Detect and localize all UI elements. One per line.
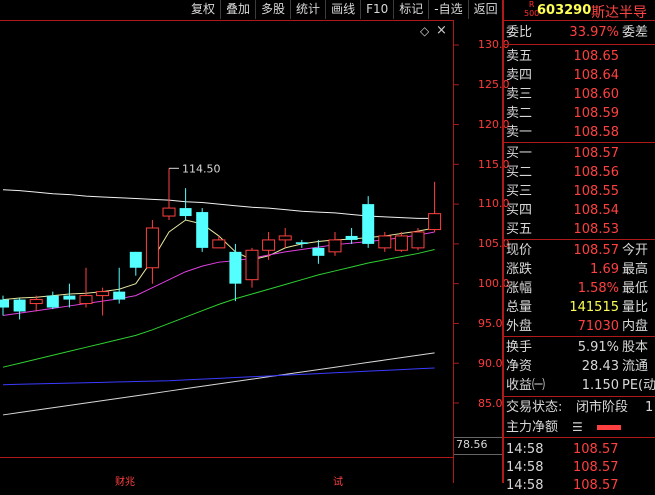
ma-line <box>2 367 435 386</box>
candle-body <box>278 235 292 241</box>
stock-name[interactable]: 斯达半导 <box>591 2 647 22</box>
overlay-button[interactable]: 叠加 <box>221 0 257 19</box>
mark-button[interactable]: 标记 <box>394 0 430 19</box>
panel-hline <box>503 437 655 438</box>
volume-axis-box: 78.56 <box>453 437 504 455</box>
fund-row: 收益㈠ 1.150 PE(动 <box>506 378 655 393</box>
list-icon[interactable]: ☰ <box>572 418 583 437</box>
candle-body <box>345 235 358 240</box>
back-button[interactable]: 返回 <box>469 0 504 19</box>
candle-body <box>145 227 159 269</box>
fq-button[interactable]: 复权 <box>186 0 222 19</box>
candle-body <box>411 231 425 249</box>
candle-body <box>229 251 242 284</box>
ask-row: 卖五 108.65 <box>506 49 619 64</box>
close-icon[interactable]: × <box>436 23 447 38</box>
stock-code: 603290 <box>537 3 592 18</box>
f10-button[interactable]: F10 <box>361 0 395 19</box>
volume-axis-label: 78.56 <box>456 438 488 451</box>
quote-row: 外盘 71030 内盘 <box>506 319 649 334</box>
candle-body <box>0 299 9 308</box>
candle-body <box>196 212 209 248</box>
tick-label: 120.0 <box>478 118 510 131</box>
tick-label: 105.0 <box>478 237 510 250</box>
quote-panel: 委比 33.97% 委差 卖五 108.65 卖四 108.64 卖三 108.60 … <box>503 20 655 483</box>
bid-row: 买五 108.53 <box>506 222 619 237</box>
ask-row: 卖三 108.60 <box>506 87 619 102</box>
panel-hline <box>503 44 655 45</box>
candle-body <box>394 235 408 251</box>
toolbar: 复权 叠加 多股 统计 画线 F10 标记 -自选 返回 <box>186 0 504 20</box>
axis-divider <box>453 20 454 483</box>
candle-body <box>312 247 325 256</box>
main-force-row[interactable]: 主力净额 ☰ <box>503 418 655 437</box>
candle-body <box>113 291 126 300</box>
trade-row: 14:58 108.57 <box>506 478 619 493</box>
candle-body <box>129 251 142 268</box>
trade-row: 14:58 108.57 <box>506 442 619 457</box>
high-annotation: 114.50 <box>182 162 221 175</box>
stats-button[interactable]: 统计 <box>291 0 327 19</box>
bottom-label-mid: 试 <box>333 477 343 488</box>
tick-label: 130.0 <box>478 38 510 51</box>
panel-divider <box>502 0 504 483</box>
panel-hline <box>503 396 655 397</box>
ma-line <box>2 248 435 368</box>
ask-row: 卖四 108.64 <box>506 68 619 83</box>
candle-body <box>245 249 259 281</box>
trade-status-row: 交易状态: 闭市阶段 1 <box>506 400 654 415</box>
candle-body <box>96 291 110 297</box>
tick-label: 100.0 <box>478 277 510 290</box>
bid-row: 买四 108.54 <box>506 203 619 218</box>
candle-body <box>63 295 76 300</box>
fund-row: 净资 28.43 流通 <box>506 359 649 374</box>
quote-row: 涨跌 1.69 最高 <box>506 262 649 277</box>
diamond-icon[interactable]: ◇ <box>420 24 429 38</box>
panel-hline <box>503 336 655 337</box>
candle-body <box>362 204 375 244</box>
panel-hline <box>503 20 655 21</box>
panel-hline <box>503 142 655 143</box>
fund-row: 换手 5.91% 股本 <box>506 340 649 355</box>
watchlist-button[interactable]: -自选 <box>429 0 469 19</box>
tick-label: 115.0 <box>478 158 510 171</box>
ma-line <box>2 352 435 416</box>
bid-row: 买二 108.56 <box>506 165 619 180</box>
bid-row: 买三 108.55 <box>506 184 619 199</box>
bottom-label-left: 财兆 <box>115 477 135 488</box>
toolbar-divider <box>0 20 453 21</box>
multi-stock-button[interactable]: 多股 <box>256 0 292 19</box>
panel-hline <box>503 239 655 240</box>
tick-label: 125.0 <box>478 78 510 91</box>
ratio-row: 委比 33.97% 委差 <box>506 25 649 40</box>
net-flow-bar <box>597 425 621 430</box>
candle-body <box>179 208 192 217</box>
candle-body <box>428 213 442 231</box>
candle-body <box>378 235 392 249</box>
trade-row: 14:58 108.57 <box>506 460 619 475</box>
ask-row: 卖二 108.59 <box>506 106 619 121</box>
quote-row: 涨幅 1.58% 最低 <box>506 281 649 296</box>
tick-label: 110.0 <box>478 197 510 210</box>
candle-body <box>295 242 308 244</box>
candle-body <box>262 239 276 251</box>
draw-line-button[interactable]: 画线 <box>326 0 362 19</box>
candle-body <box>162 207 176 217</box>
quote-row: 总量 141515 量比 <box>506 300 649 315</box>
candle-body <box>79 295 93 305</box>
candle-body <box>29 299 43 305</box>
candle-body <box>13 299 26 312</box>
tick-label: 85.0 <box>478 397 503 410</box>
tick-label: 90.0 <box>478 357 503 370</box>
candle-body <box>328 239 342 253</box>
bid-row: 买一 108.57 <box>506 146 619 161</box>
candle-body <box>46 295 59 308</box>
quote-row: 现价 108.57 今开 <box>506 243 649 258</box>
volume-divider <box>0 457 453 458</box>
ask-row: 卖一 108.58 <box>506 125 619 140</box>
tick-label: 95.0 <box>478 317 503 330</box>
candle-body <box>212 239 226 249</box>
